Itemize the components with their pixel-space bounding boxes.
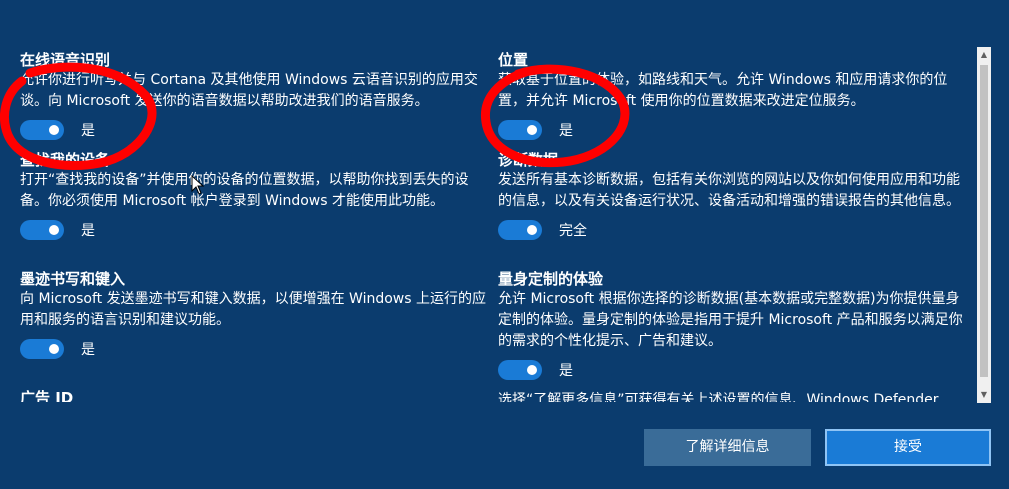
find-device-toggle[interactable] [20,220,64,240]
inking-title: 墨迹书写和键入 [20,270,126,288]
location-toggle[interactable] [498,120,542,140]
tailored-title: 量身定制的体验 [498,270,604,288]
tailored-section: 量身定制的体验 允许 Microsoft 根据你选择的诊断数据(基本数据或完整数… [498,269,968,382]
learn-more-button[interactable]: 了解详细信息 [644,429,811,466]
speech-title: 在线语音识别 [20,51,111,69]
location-toggle-row: 是 [498,118,968,142]
toggle-knob [49,225,59,235]
ad-id-section: 广告 ID [20,388,490,402]
diagnostics-section: 诊断数据 发送所有基本诊断数据，包括有关你浏览的网站以及你如何使用应用和功能的信… [498,150,968,242]
speech-toggle-row: 是 [20,118,490,142]
toggle-knob [49,125,59,135]
location-title: 位置 [498,51,529,69]
find-device-section: 查找我的设备 打开“查找我的设备”并使用你的设备的位置数据，以帮助你找到丢失的设… [20,150,490,242]
inking-description: 向 Microsoft 发送墨迹书写和键入数据，以便增强在 Windows 上运… [20,291,487,328]
settings-scroll-area[interactable]: 在线语音识别 允许你进行听写并与 Cortana 及其他使用 Windows 云… [0,40,976,402]
find-device-toggle-row: 是 [20,218,490,242]
tailored-toggle-label: 是 [559,363,573,379]
tailored-toggle-row: 是 [498,358,968,382]
inking-toggle[interactable] [20,339,64,359]
diagnostics-description: 发送所有基本诊断数据，包括有关你浏览的网站以及你如何使用应用和功能的信息，以及有… [498,172,960,209]
toggle-knob [49,344,59,354]
inking-section: 墨迹书写和键入 向 Microsoft 发送墨迹书写和键入数据，以便增强在 Wi… [20,269,490,361]
speech-section: 在线语音识别 允许你进行听写并与 Cortana 及其他使用 Windows 云… [20,50,490,142]
speech-toggle[interactable] [20,120,64,140]
diagnostics-toggle-row: 完全 [498,218,968,242]
ad-id-title: 广告 ID [20,389,74,402]
location-description: 获取基于位置的体验，如路线和天气。允许 Windows 和应用请求你的位置，并允… [498,72,948,109]
diagnostics-toggle[interactable] [498,220,542,240]
scrollbar-thumb[interactable] [980,65,988,377]
diagnostics-toggle-label: 完全 [559,223,587,239]
inking-toggle-label: 是 [81,342,95,358]
speech-toggle-label: 是 [81,123,95,139]
accept-button[interactable]: 接受 [825,429,991,466]
find-device-toggle-label: 是 [81,223,95,239]
tailored-toggle[interactable] [498,360,542,380]
diagnostics-title: 诊断数据 [498,151,559,169]
footer-note-section: 选择“了解更多信息”可获得有关上述设置的信息、Windows Defender [498,390,968,402]
location-toggle-label: 是 [559,123,573,139]
footer-note: 选择“了解更多信息”可获得有关上述设置的信息、Windows Defender [498,392,939,402]
toggle-knob [527,225,537,235]
find-device-description: 打开“查找我的设备”并使用你的设备的位置数据，以帮助你找到丢失的设备。你必须使用… [20,172,469,209]
vertical-scrollbar[interactable]: ▲ ▼ [977,47,991,403]
inking-toggle-row: 是 [20,337,490,361]
chevron-down-icon[interactable]: ▼ [977,388,991,402]
privacy-settings-page: 在线语音识别 允许你进行听写并与 Cortana 及其他使用 Windows 云… [0,0,1009,489]
tailored-description: 允许 Microsoft 根据你选择的诊断数据(基本数据或完整数据)为你提供量身… [498,291,963,349]
toggle-knob [527,125,537,135]
location-section: 位置 获取基于位置的体验，如路线和天气。允许 Windows 和应用请求你的位置… [498,50,968,142]
speech-description: 允许你进行听写并与 Cortana 及其他使用 Windows 云语音识别的应用… [20,72,478,109]
toggle-knob [527,365,537,375]
chevron-up-icon[interactable]: ▲ [977,48,991,62]
find-device-title: 查找我的设备 [20,151,111,169]
